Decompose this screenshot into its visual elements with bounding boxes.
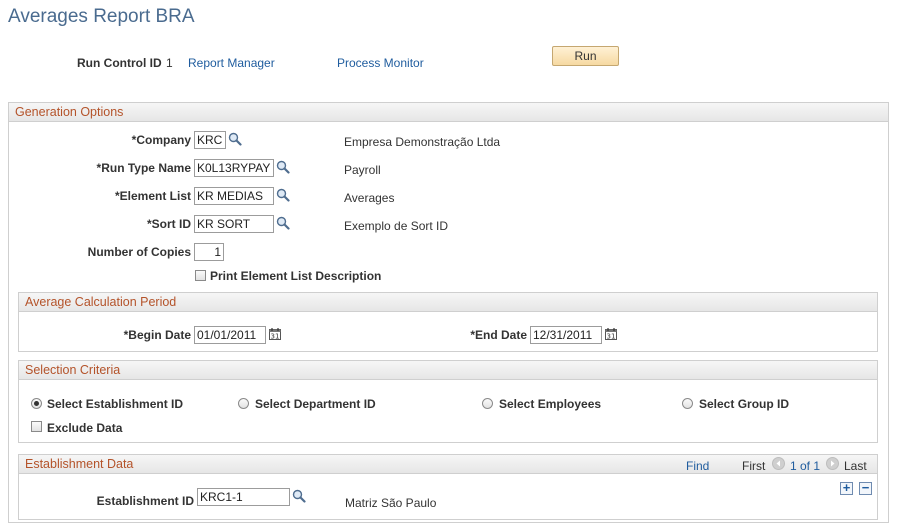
radio-establishment-id[interactable]	[31, 398, 42, 409]
company-input[interactable]: KRC	[194, 131, 226, 149]
selection-criteria-title: Selection Criteria	[25, 363, 121, 377]
element-list-lookup-icon[interactable]	[276, 188, 290, 202]
radio-employees[interactable]	[482, 398, 493, 409]
first-label: First	[742, 459, 766, 473]
begin-date-calendar-icon[interactable]: 31	[268, 327, 282, 341]
find-link[interactable]: Find	[686, 459, 709, 473]
run-type-label: *Run Type Name	[96, 161, 191, 175]
next-arrow-icon[interactable]	[826, 457, 839, 470]
row-range: 1 of 1	[790, 459, 821, 473]
element-list-label: *Element List	[114, 189, 191, 203]
run-control-label: Run Control ID	[77, 56, 162, 70]
exclude-data-checkbox[interactable]	[31, 421, 42, 432]
average-period-group: Average Calculation Period	[18, 292, 878, 352]
element-list-input[interactable]: KR MEDIAS	[194, 187, 274, 205]
generation-options-title: Generation Options	[15, 105, 124, 119]
average-period-title: Average Calculation Period	[25, 295, 177, 309]
svg-text:31: 31	[607, 333, 616, 341]
establishment-lookup-icon[interactable]	[292, 489, 306, 503]
copies-label: Number of Copies	[87, 245, 191, 259]
radio-department-label: Select Department ID	[255, 397, 376, 411]
company-label: *Company	[131, 133, 191, 147]
establishment-data-title: Establishment Data	[25, 457, 134, 471]
print-desc-label: Print Element List Description	[210, 269, 382, 283]
sort-id-label: *Sort ID	[146, 217, 191, 231]
company-desc: Empresa Demonstração Ltda	[344, 135, 501, 149]
svg-text:31: 31	[271, 333, 280, 341]
report-manager-link[interactable]: Report Manager	[188, 56, 275, 70]
begin-date-input[interactable]: 01/01/2011	[194, 326, 266, 344]
sort-id-desc: Exemplo de Sort ID	[344, 219, 449, 233]
sort-id-lookup-icon[interactable]	[276, 216, 290, 230]
establishment-desc: Matriz São Paulo	[345, 496, 437, 510]
run-control-value: 1	[166, 56, 173, 70]
copies-input[interactable]: 1	[194, 243, 224, 261]
company-lookup-icon[interactable]	[228, 132, 242, 146]
page-title: Averages Report BRA	[8, 6, 195, 27]
end-date-input[interactable]: 12/31/2011	[530, 326, 602, 344]
exclude-data-label: Exclude Data	[47, 421, 123, 435]
radio-establishment-label: Select Establishment ID	[47, 397, 184, 411]
run-type-desc: Payroll	[344, 163, 381, 177]
establishment-id-label: Establishment ID	[96, 494, 194, 508]
run-type-input[interactable]: K0L13RYPAY	[194, 159, 274, 177]
end-date-label: *End Date	[470, 328, 527, 342]
print-desc-checkbox[interactable]	[195, 270, 206, 281]
run-button[interactable]: Run	[552, 46, 619, 66]
radio-department-id[interactable]	[238, 398, 249, 409]
run-type-lookup-icon[interactable]	[276, 160, 290, 174]
delete-row-icon[interactable]: −	[859, 481, 872, 495]
radio-employees-label: Select Employees	[499, 397, 602, 411]
begin-date-label: *Begin Date	[123, 328, 191, 342]
sort-id-input[interactable]: KR SORT	[194, 215, 274, 233]
last-label: Last	[844, 459, 867, 473]
process-monitor-link[interactable]: Process Monitor	[337, 56, 424, 70]
add-row-icon[interactable]: +	[840, 481, 853, 495]
element-list-desc: Averages	[344, 191, 395, 205]
previous-arrow-icon[interactable]	[772, 457, 785, 470]
radio-group-id[interactable]	[682, 398, 693, 409]
radio-group-label: Select Group ID	[699, 397, 790, 411]
end-date-calendar-icon[interactable]: 31	[604, 327, 618, 341]
establishment-id-input[interactable]: KRC1-1	[197, 488, 290, 506]
